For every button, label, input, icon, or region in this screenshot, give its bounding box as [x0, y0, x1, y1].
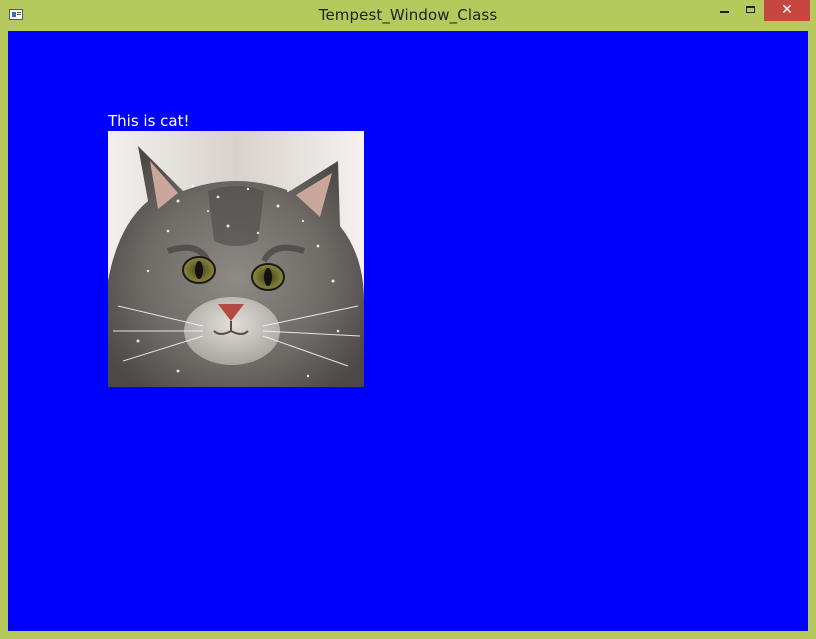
cat-illustration	[108, 131, 364, 387]
maximize-button[interactable]	[738, 0, 764, 21]
maximize-icon	[746, 6, 755, 13]
minimize-button[interactable]	[711, 0, 737, 21]
image-caption: This is cat!	[108, 112, 190, 130]
close-button[interactable]: ✕	[764, 0, 810, 21]
app-window: Tempest_Window_Class ✕ This is cat!	[0, 0, 816, 639]
close-icon: ✕	[781, 2, 793, 18]
title-bar[interactable]: Tempest_Window_Class ✕	[0, 0, 816, 31]
minimize-icon	[720, 11, 729, 13]
client-area: This is cat!	[8, 31, 808, 631]
cat-image	[108, 131, 364, 387]
window-title: Tempest_Window_Class	[318, 6, 498, 24]
